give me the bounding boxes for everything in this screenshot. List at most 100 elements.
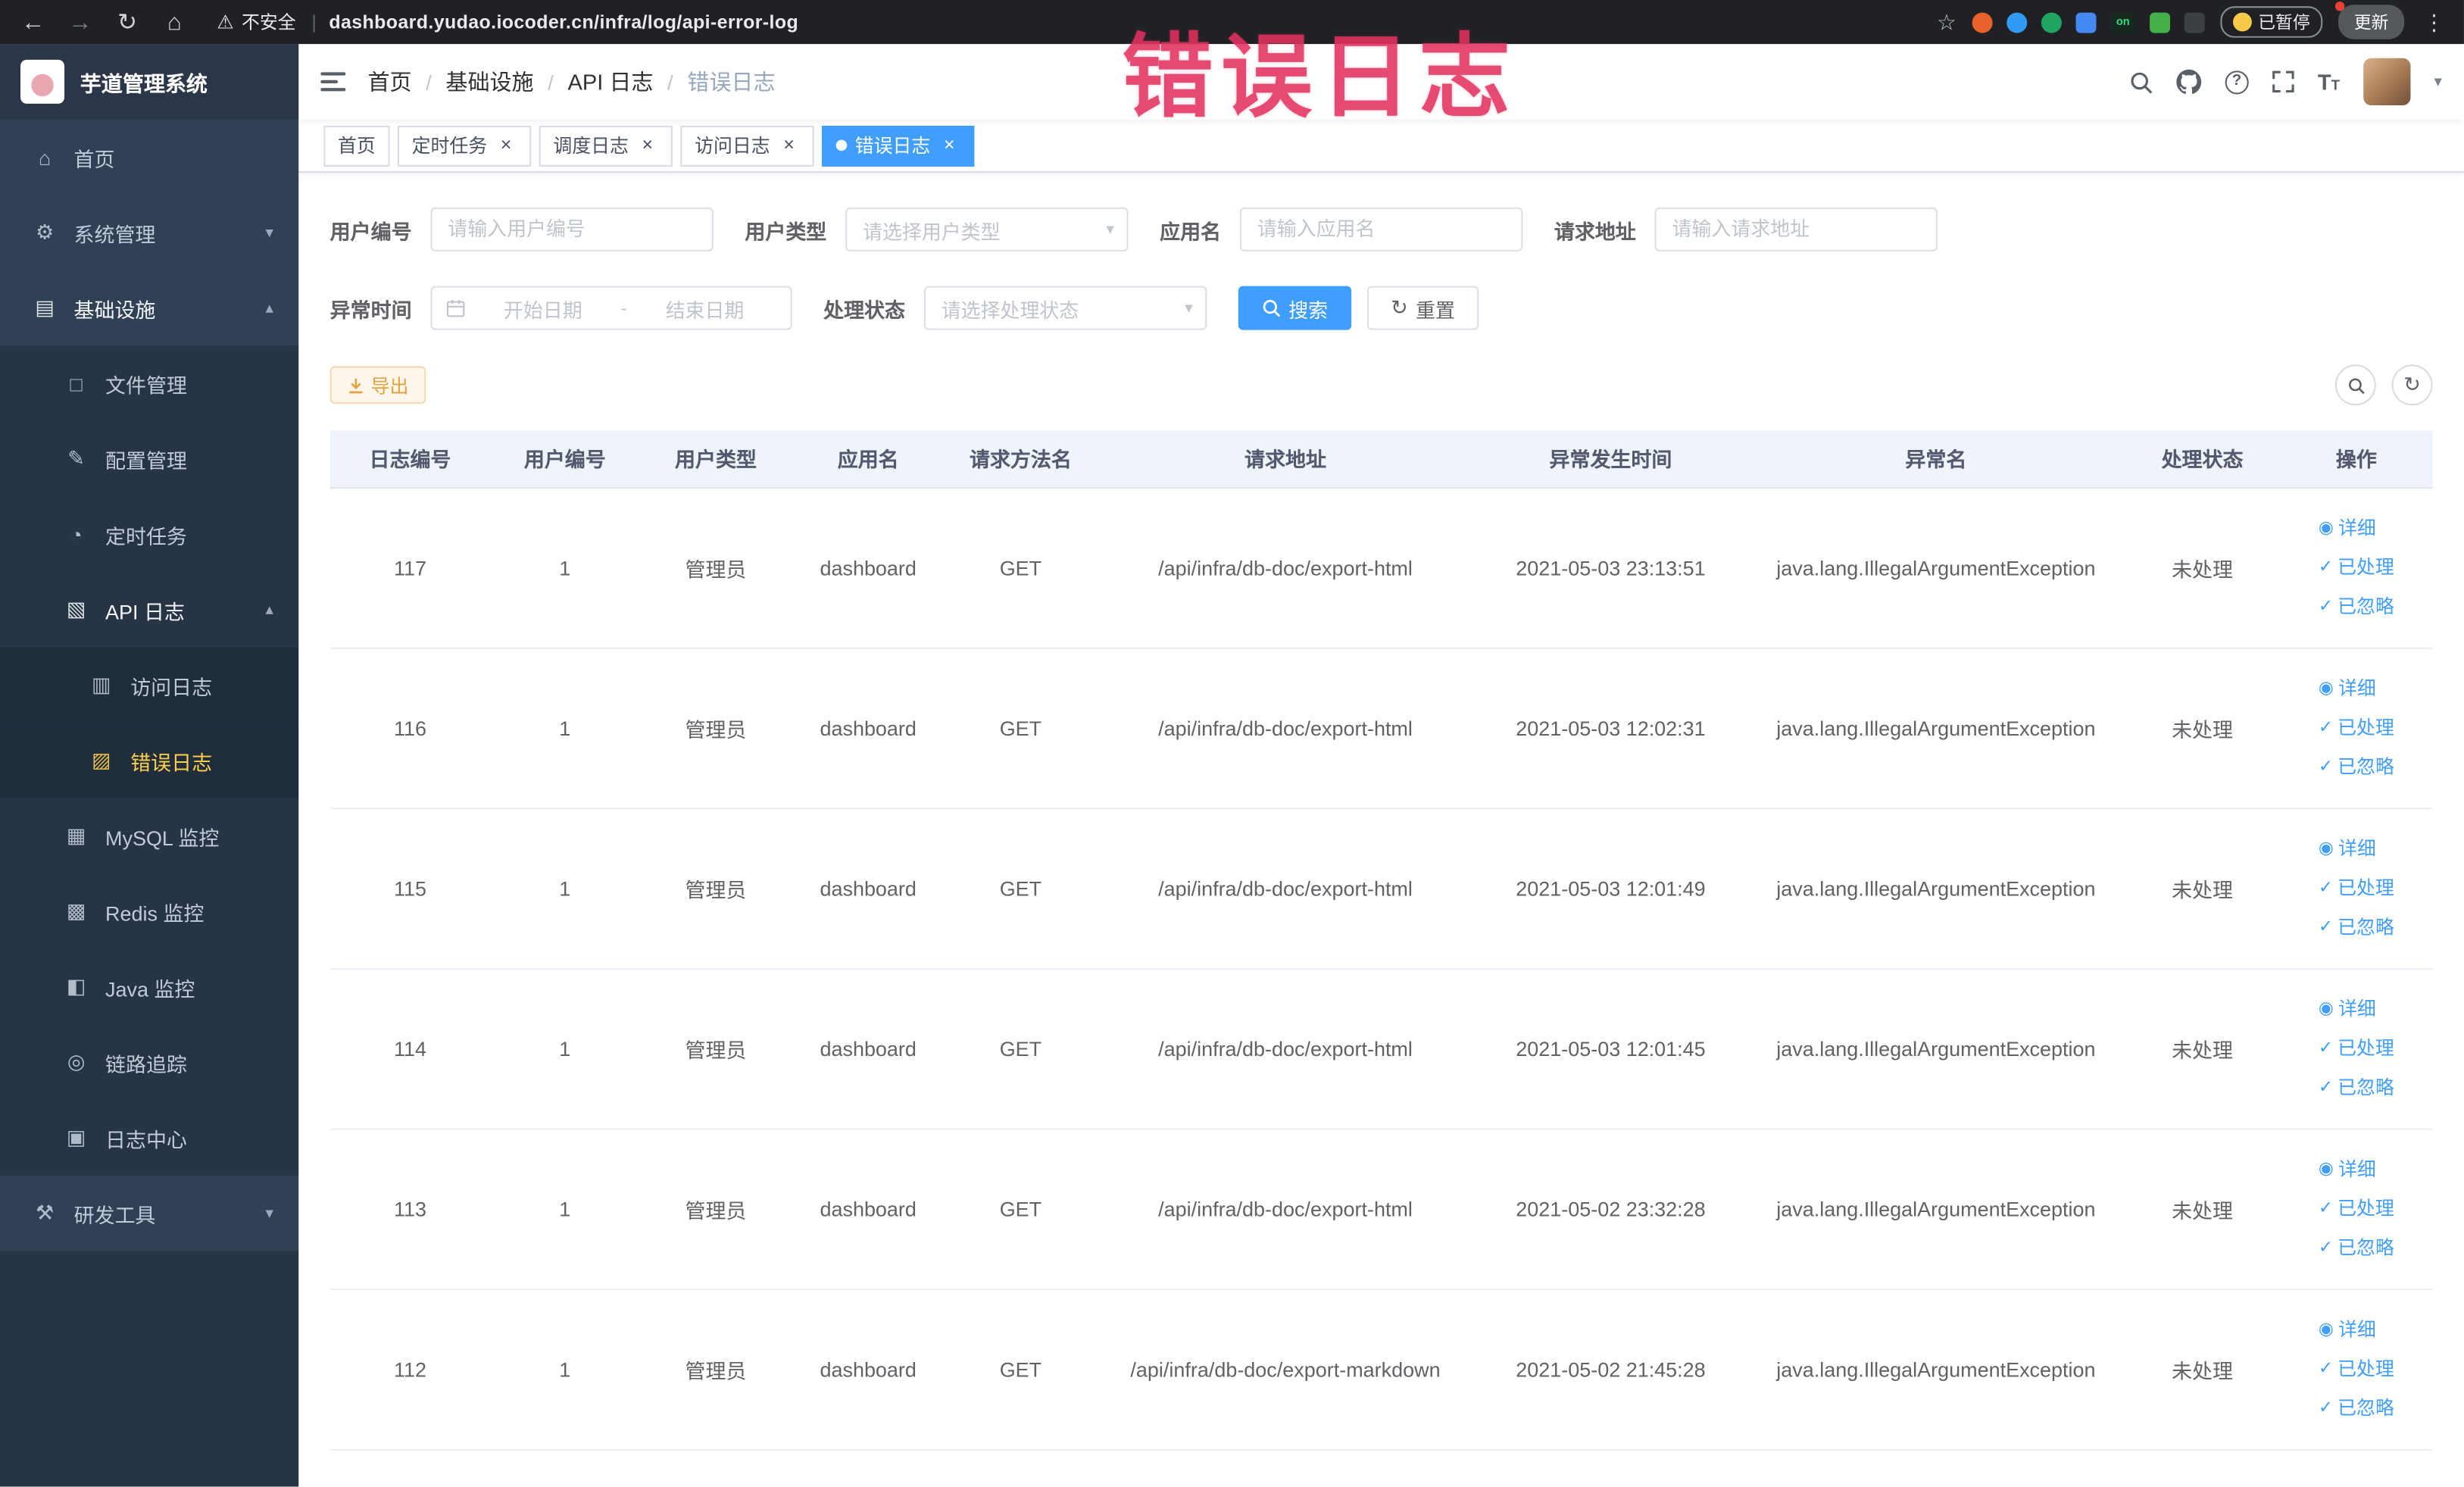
table-row: 115 1 管理员 dashboard GET/api/infra/db-doc/exp… <box>329 808 2433 969</box>
sidebar-item-dev-tools[interactable]: ⚒ 研发工具 ▾ <box>0 1175 299 1251</box>
close-icon[interactable]: × <box>636 133 658 156</box>
help-icon[interactable]: ? <box>2225 70 2249 94</box>
processed-action[interactable]: ✓ 已处理 <box>2319 1349 2394 1389</box>
ignored-action[interactable]: ✓ 已忽略 <box>2319 1068 2394 1107</box>
extension-orange[interactable] <box>1972 11 1993 33</box>
close-icon[interactable]: × <box>938 133 960 156</box>
column-header: 异常名 <box>1747 430 2125 489</box>
sidebar-item-error-log[interactable]: ▨ 错误日志 <box>0 723 299 798</box>
font-size-icon[interactable]: TT <box>2318 69 2340 94</box>
extension-green-circle[interactable] <box>2041 11 2062 33</box>
cell-time: 2021-05-02 23:32:28 <box>1473 1128 1747 1290</box>
ignored-action[interactable]: ✓ 已忽略 <box>2319 908 2394 947</box>
sidebar-item-api-log[interactable]: ▧ API 日志 ▴ <box>0 572 299 648</box>
breadcrumb-item[interactable]: 首页 <box>367 66 411 97</box>
sidebar-item-redis-monitor[interactable]: ▩ Redis 监控 <box>0 873 299 950</box>
tab-schedule-log[interactable]: 调度日志 × <box>539 124 673 166</box>
paused-badge[interactable]: 已暂停 <box>2220 6 2323 38</box>
tab-error-log[interactable]: 错误日志 × <box>822 124 975 166</box>
column-header: 请求地址 <box>1097 430 1474 489</box>
cell-user-type: 管理员 <box>639 487 792 648</box>
extension-on-badge[interactable]: on <box>2110 11 2136 33</box>
cell-status: 未处理 <box>2124 647 2281 809</box>
sidebar-item-java-monitor[interactable]: ◧ Java 监控 <box>0 949 299 1025</box>
app-logo[interactable]: 芋道管理系统 <box>0 44 299 120</box>
process-status-select[interactable]: 请选择处理状态 ▾ <box>923 286 1207 330</box>
cell-user-id: 1 <box>490 1289 640 1450</box>
detail-action[interactable]: ◉ 详细 <box>2319 669 2394 708</box>
search-icon[interactable] <box>2129 70 2153 93</box>
sidebar-item-mysql-monitor[interactable]: ▦ MySQL 监控 <box>0 798 299 874</box>
sidebar-item-trace[interactable]: ◎ 链路追踪 <box>0 1024 299 1101</box>
extension-green-leaf[interactable] <box>2150 11 2171 33</box>
extension-blue-drop[interactable] <box>2006 11 2028 33</box>
back-icon[interactable]: ← <box>9 8 56 35</box>
site-security-button[interactable]: ⚠ 不安全 <box>217 9 295 34</box>
exception-time-range-picker[interactable]: 开始日期 - 结束日期 <box>430 286 792 330</box>
sidebar-menu: ⌂ 首页 ⚙ 系统管理 ▾ ▤ 基础设施 ▴ □ 文件管理 ✎ 配置管理 ◔ 定时任务 ▧ API 日志 ▴ ▥ 访… <box>0 119 299 1251</box>
github-icon[interactable] <box>2176 69 2201 95</box>
app-name-input[interactable] <box>1239 207 1523 251</box>
select-placeholder: 请选择处理状态 <box>941 299 1079 322</box>
detail-action[interactable]: ◉ 详细 <box>2319 1310 2394 1349</box>
user-avatar[interactable] <box>2363 58 2411 105</box>
processed-action[interactable]: ✓ 已处理 <box>2319 708 2394 748</box>
user-type-select[interactable]: 请选择用户类型 ▾ <box>845 207 1129 251</box>
detail-action[interactable]: ◉ 详细 <box>2319 1150 2394 1189</box>
ignored-action[interactable]: ✓ 已忽略 <box>2319 1228 2394 1267</box>
sidebar-item-log-center[interactable]: ▣ 日志中心 <box>0 1100 299 1176</box>
cell-exception-name: java.lang.IllegalArgumentException <box>1747 487 2125 648</box>
processed-action[interactable]: ✓ 已处理 <box>2319 1189 2394 1228</box>
user-id-input[interactable] <box>430 207 714 251</box>
tab-label: 访问日志 <box>695 135 770 158</box>
processed-action[interactable]: ✓ 已处理 <box>2319 868 2394 908</box>
tab-scheduled-job[interactable]: 定时任务 × <box>397 124 532 166</box>
extension-paw[interactable] <box>2184 11 2205 33</box>
toggle-search-button[interactable] <box>2334 364 2376 406</box>
cell-request-url: /api/infra/db-doc/export-html <box>1097 487 1474 648</box>
processed-action[interactable]: ✓ 已处理 <box>2319 1029 2394 1068</box>
close-icon[interactable]: × <box>778 133 800 156</box>
extension-blue-grid[interactable] <box>2075 11 2097 33</box>
detail-action[interactable]: ◉ 详细 <box>2319 989 2394 1029</box>
breadcrumb-item[interactable]: 基础设施 <box>445 66 533 97</box>
breadcrumb-item[interactable]: API 日志 <box>567 66 653 97</box>
tab-home[interactable]: 首页 <box>323 124 390 166</box>
hamburger-icon[interactable] <box>298 69 367 94</box>
bookmark-star-icon[interactable]: ☆ <box>1937 8 1957 35</box>
close-icon[interactable]: × <box>495 133 517 156</box>
update-button[interactable]: 更新 <box>2334 2 2405 39</box>
column-header: 异常发生时间 <box>1473 430 1747 489</box>
sidebar-item-access-log[interactable]: ▥ 访问日志 <box>0 647 299 723</box>
fullscreen-icon[interactable] <box>2272 70 2294 93</box>
ignored-action[interactable]: ✓ 已忽略 <box>2319 587 2394 626</box>
browser-home-icon[interactable]: ⌂ <box>151 8 198 35</box>
sidebar-item-label: API 日志 <box>105 599 185 623</box>
sidebar-item-config-manage[interactable]: ✎ 配置管理 <box>0 420 299 497</box>
sidebar-item-home[interactable]: ⌂ 首页 <box>0 119 299 195</box>
sidebar-item-infrastructure[interactable]: ▤ 基础设施 ▴ <box>0 270 299 346</box>
detail-action[interactable]: ◉ 详细 <box>2319 829 2394 868</box>
export-button[interactable]: 导出 <box>329 366 426 405</box>
ignored-action[interactable]: ✓ 已忽略 <box>2319 747 2394 786</box>
address-url[interactable]: dashboard.yudao.iocoder.cn/infra/log/api… <box>329 11 798 33</box>
request-url-input[interactable] <box>1654 207 1938 251</box>
ignored-action[interactable]: ✓ 已忽略 <box>2319 1389 2394 1428</box>
forward-icon[interactable]: → <box>57 8 104 35</box>
reset-button[interactable]: ↻ 重置 <box>1366 286 1479 330</box>
sidebar-item-file-manage[interactable]: □ 文件管理 <box>0 345 299 421</box>
tab-access-log[interactable]: 访问日志 × <box>680 124 814 166</box>
processed-action[interactable]: ✓ 已处理 <box>2319 548 2394 587</box>
caret-down-icon[interactable]: ▾ <box>2434 73 2441 90</box>
search-button[interactable]: 搜索 <box>1238 286 1352 330</box>
sidebar-item-scheduled-job[interactable]: ◔ 定时任务 <box>0 496 299 573</box>
cell-exception-name: java.lang.IllegalArgumentException <box>1747 967 2125 1129</box>
sidebar-item-system-manage[interactable]: ⚙ 系统管理 ▾ <box>0 195 299 270</box>
detail-action[interactable]: ◉ 详细 <box>2319 508 2394 548</box>
row-actions: ◉ 详细 ✓ 已处理 ✓ 已忽略 <box>2319 669 2394 787</box>
cell-method: GET <box>944 1128 1098 1290</box>
browser-menu-icon[interactable]: ⋮ <box>2420 8 2448 35</box>
reload-icon[interactable]: ↻ <box>104 8 151 36</box>
refresh-table-button[interactable]: ↻ <box>2391 364 2433 406</box>
filter-request-url: 请求地址 <box>1554 207 1938 251</box>
